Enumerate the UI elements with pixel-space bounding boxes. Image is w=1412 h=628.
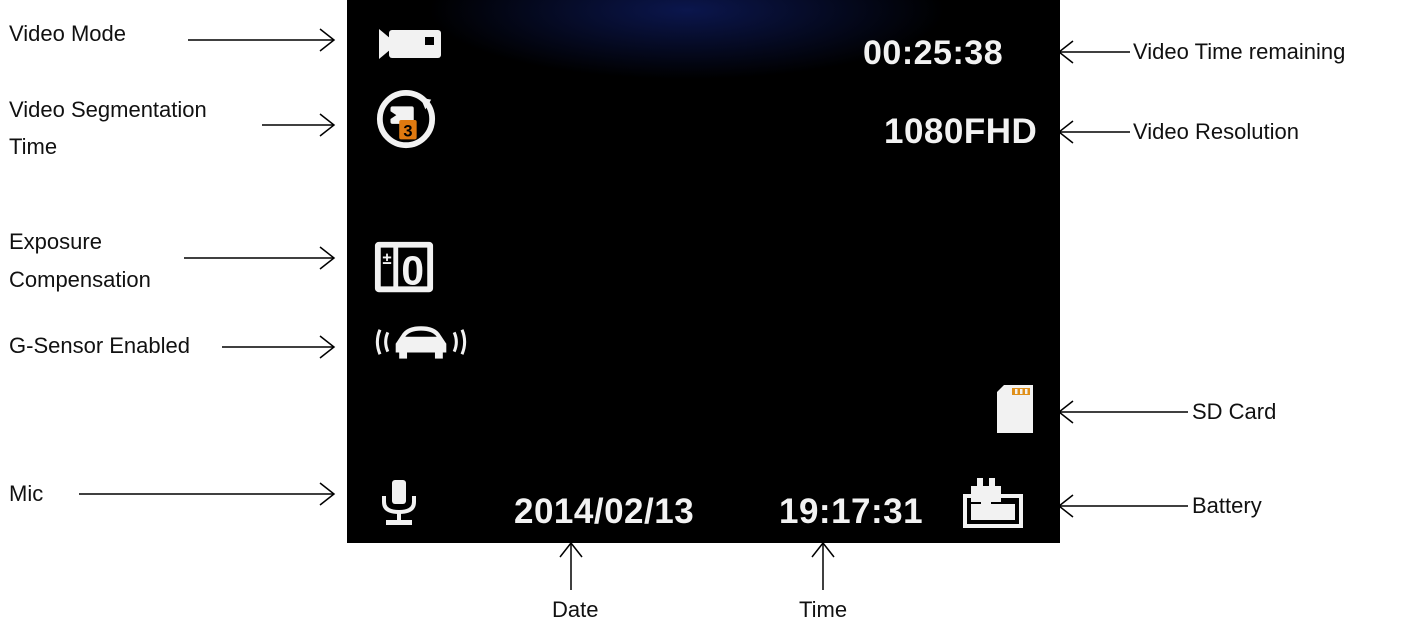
callout-arrows (79, 28, 1188, 590)
